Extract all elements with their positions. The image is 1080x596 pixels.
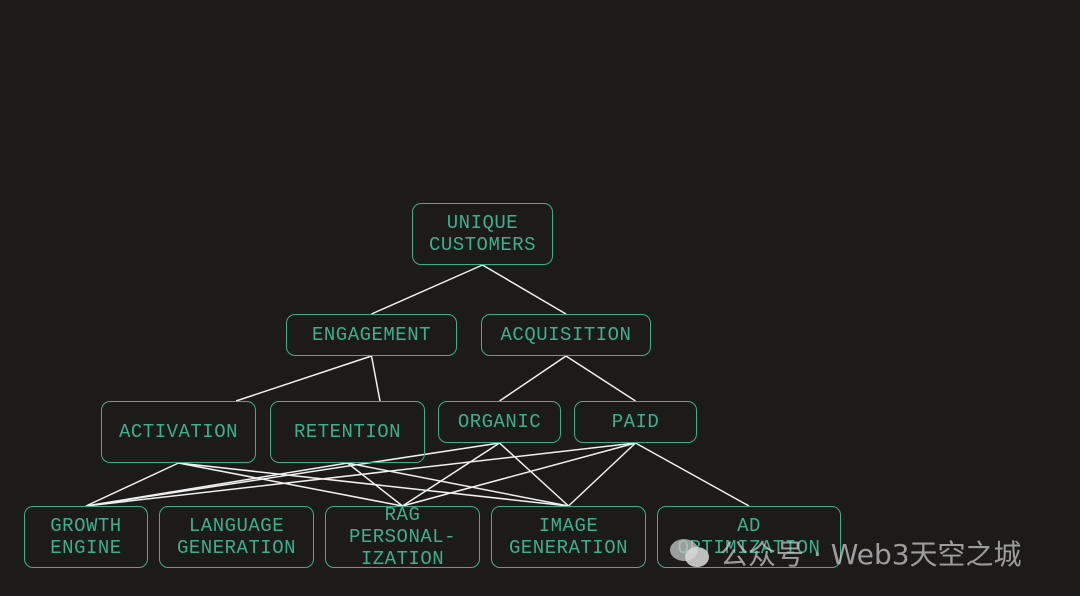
- edge-acquisition-organic: [499, 355, 567, 402]
- node-label: RETENTION: [293, 421, 402, 443]
- node-label: GENERATION: [508, 537, 629, 559]
- node-unique: UNIQUE CUSTOMERS: [412, 203, 553, 265]
- node-organic: ORGANIC: [438, 401, 561, 443]
- node-growth: GROWTH ENGINE: [24, 506, 148, 568]
- node-label: CUSTOMERS: [428, 234, 537, 256]
- node-label: ORGANIC: [457, 411, 542, 433]
- node-image: IMAGE GENERATION: [491, 506, 646, 568]
- node-acquisition: ACQUISITION: [481, 314, 651, 356]
- edge-activation-image: [178, 462, 569, 507]
- node-label: ACTIVATION: [118, 421, 239, 443]
- edge-paid-ad: [635, 442, 750, 507]
- edge-engagement-retention: [370, 355, 381, 402]
- node-label: ENGAGEMENT: [311, 324, 432, 346]
- wechat-icon: [670, 539, 709, 567]
- node-label: PAID: [611, 411, 660, 433]
- edge-unique-engagement: [371, 264, 483, 315]
- watermark: 公众号 · Web3天空之城: [668, 533, 1022, 573]
- node-engagement: ENGAGEMENT: [286, 314, 457, 356]
- node-label: UNIQUE: [446, 212, 519, 234]
- edge-unique-acquisition: [482, 264, 567, 315]
- node-rag: RAG PERSONAL- IZATION: [325, 504, 480, 570]
- edge-retention-rag: [347, 462, 403, 507]
- node-label: IZATION: [360, 548, 445, 570]
- edge-acquisition-paid: [565, 355, 636, 402]
- node-language: LANGUAGE GENERATION: [159, 506, 314, 568]
- node-paid: PAID: [574, 401, 697, 443]
- node-retention: RETENTION: [270, 401, 425, 463]
- node-label: IMAGE: [538, 515, 599, 537]
- node-label: LANGUAGE: [188, 515, 285, 537]
- node-label: GROWTH: [50, 515, 122, 537]
- edge-engagement-activation: [235, 355, 372, 402]
- node-activation: ACTIVATION: [101, 401, 256, 463]
- watermark-text: 公众号 · Web3天空之城: [720, 538, 1022, 571]
- node-label: RAG: [384, 504, 421, 526]
- node-label: GENERATION: [176, 537, 297, 559]
- node-label: ACQUISITION: [500, 324, 632, 346]
- node-label: ENGINE: [50, 537, 122, 559]
- node-label: PERSONAL-: [348, 526, 457, 548]
